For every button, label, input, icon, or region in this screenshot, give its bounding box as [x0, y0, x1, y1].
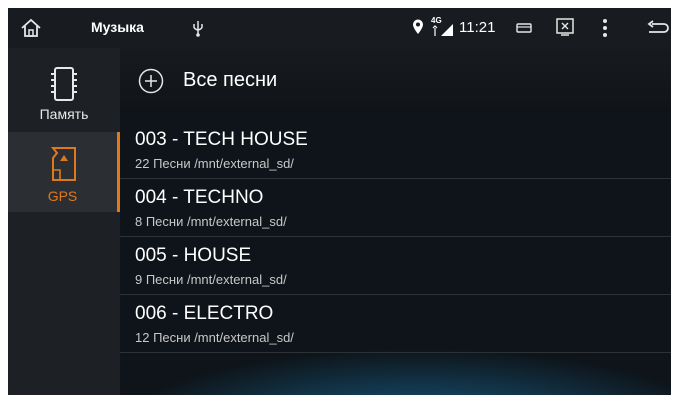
- folder-details: 22 Песни /mnt/external_sd/: [135, 156, 294, 171]
- usb-icon: [193, 21, 203, 37]
- folder-name: 003 - TECH HOUSE: [135, 129, 308, 150]
- window-icon[interactable]: [516, 22, 532, 34]
- network-type: 4G: [431, 16, 442, 25]
- sidebar-item-memory[interactable]: Память: [8, 60, 120, 140]
- all-songs-label: Все песни: [183, 69, 278, 91]
- music-content: Все песни 003 - TECH HOUSE 22 Песни /mnt…: [120, 48, 671, 395]
- signal-icon: 4G: [431, 16, 455, 37]
- folder-name: 006 - ELECTRO: [135, 303, 274, 324]
- app-title: Музыка: [91, 19, 144, 35]
- folder-name: 004 - TECHNO: [135, 187, 264, 208]
- list-item[interactable]: 004 - TECHNO 8 Песни /mnt/external_sd/: [120, 179, 671, 237]
- add-circle-icon: [138, 68, 164, 94]
- home-icon[interactable]: [20, 18, 42, 38]
- app-screen: Музыка 4G 11:21 Память GPS Все песни 003…: [8, 8, 671, 395]
- back-icon[interactable]: [645, 20, 669, 36]
- folder-list: 003 - TECH HOUSE 22 Песни /mnt/external_…: [120, 121, 671, 353]
- list-item[interactable]: 003 - TECH HOUSE 22 Песни /mnt/external_…: [120, 121, 671, 179]
- sd-card-icon: [50, 147, 76, 181]
- sd-card-icon: [51, 67, 77, 101]
- folder-details: 9 Песни /mnt/external_sd/: [135, 272, 287, 287]
- screenshot-icon[interactable]: [556, 18, 574, 36]
- sidebar-item-gps[interactable]: GPS: [8, 132, 120, 212]
- source-sidebar: Память GPS: [8, 48, 120, 395]
- clock: 11:21: [459, 19, 496, 36]
- folder-name: 005 - HOUSE: [135, 245, 252, 266]
- folder-details: 8 Песни /mnt/external_sd/: [135, 214, 287, 229]
- sidebar-item-label: Память: [39, 106, 89, 122]
- location-icon: [413, 19, 423, 34]
- all-songs-button[interactable]: Все песни: [120, 48, 671, 113]
- folder-details: 12 Песни /mnt/external_sd/: [135, 330, 294, 345]
- status-bar: Музыка 4G 11:21: [8, 8, 671, 48]
- sidebar-item-label: GPS: [47, 188, 78, 204]
- more-icon[interactable]: [602, 18, 608, 38]
- list-item[interactable]: 006 - ELECTRO 12 Песни /mnt/external_sd/: [120, 295, 671, 353]
- list-item[interactable]: 005 - HOUSE 9 Песни /mnt/external_sd/: [120, 237, 671, 295]
